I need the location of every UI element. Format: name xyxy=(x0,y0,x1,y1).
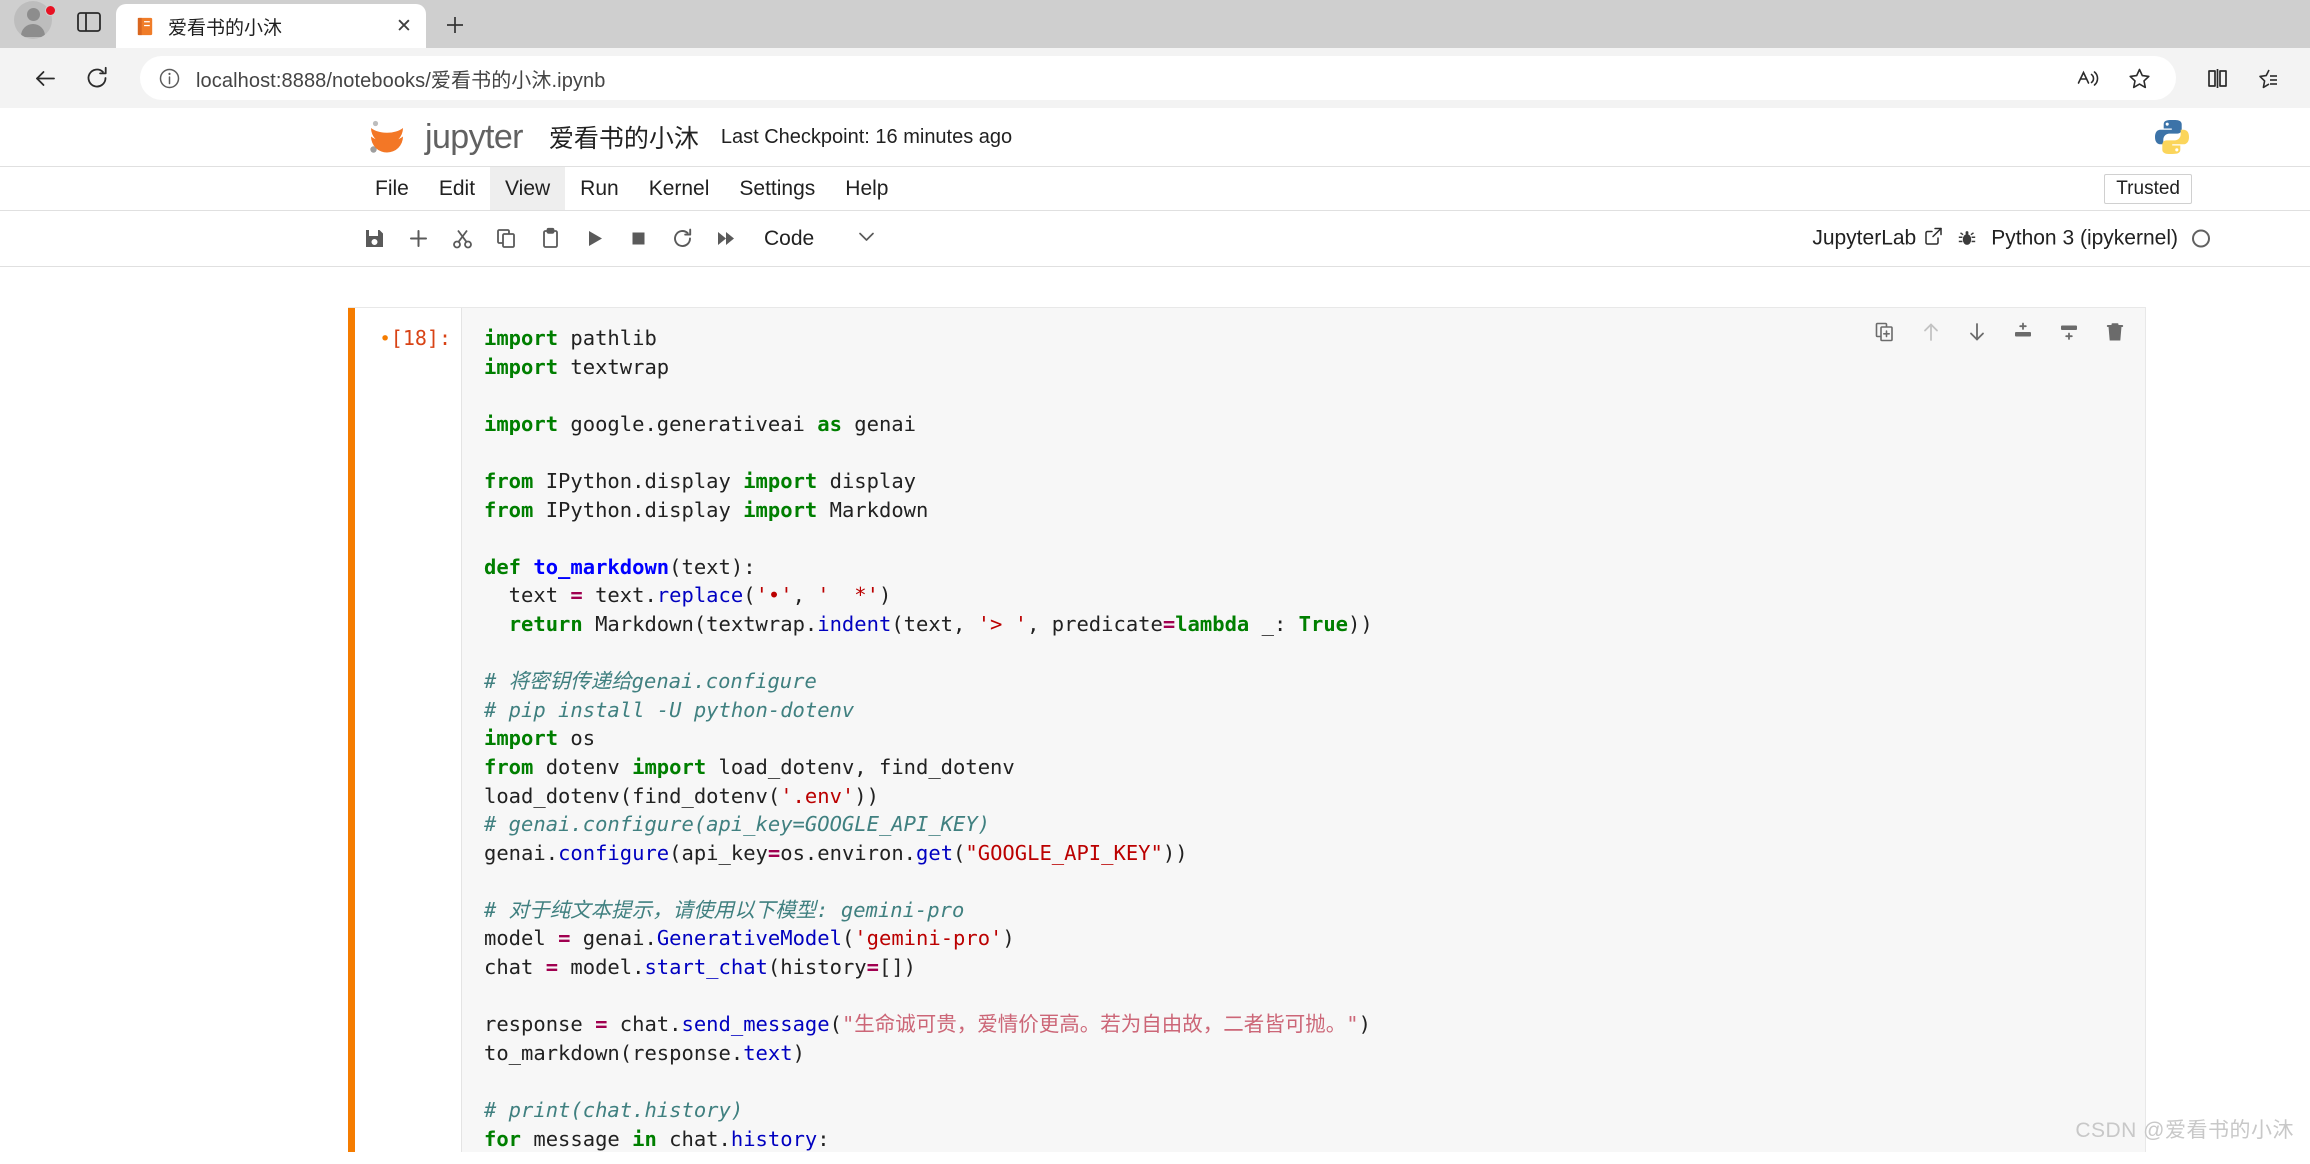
active-cell-indicator xyxy=(348,308,355,1152)
read-aloud-icon[interactable] xyxy=(2066,57,2108,99)
tabstrip-left-controls xyxy=(14,0,104,48)
cut-icon[interactable] xyxy=(440,217,484,261)
reload-icon[interactable] xyxy=(74,55,120,101)
stop-icon[interactable] xyxy=(616,217,660,261)
notebook-cell-container: •[18]: import pathlib import textwrap im… xyxy=(348,307,2146,1152)
jupyter-toolbar-right: JupyterLab Python 3 (ipykernel) xyxy=(1812,226,2210,251)
new-tab-button[interactable] xyxy=(436,6,474,44)
split-screen-icon[interactable] xyxy=(2196,57,2238,99)
close-icon[interactable]: ✕ xyxy=(390,12,418,40)
menu-run[interactable]: Run xyxy=(565,167,634,210)
jupyter-menubar: File Edit View Run Kernel Settings Help … xyxy=(0,166,2310,211)
cell-source-code: import pathlib import textwrap import go… xyxy=(484,326,1373,1151)
menu-settings-label: Settings xyxy=(739,176,816,200)
debugger-bug-icon[interactable] xyxy=(1957,229,1977,249)
menu-help-label: Help xyxy=(845,176,889,200)
browser-toolbar-right xyxy=(2196,57,2288,99)
cell-toolbar xyxy=(1870,317,2130,347)
delete-cell-icon[interactable] xyxy=(2100,317,2130,347)
kernel-name-label[interactable]: Python 3 (ipykernel) xyxy=(1991,227,2178,251)
cell-type-dropdown[interactable]: Code xyxy=(764,226,877,252)
last-checkpoint-label: Last Checkpoint: 16 minutes ago xyxy=(720,125,1013,148)
jupyter-header-right xyxy=(2152,117,2192,157)
jupyter-notebook-app: jupyter 爱看书的小沐 Last Checkpoint: 16 minut… xyxy=(0,108,2310,1152)
profile-avatar[interactable] xyxy=(14,1,56,43)
external-link-icon xyxy=(1924,226,1943,251)
jupyterlab-label: JupyterLab xyxy=(1812,226,1917,250)
jupyter-wordmark: jupyter xyxy=(425,118,523,156)
menu-edit[interactable]: Edit xyxy=(424,167,490,210)
back-arrow-icon[interactable] xyxy=(22,55,68,101)
browser-tab-strip: 爱看书的小沐 ✕ xyxy=(0,0,2310,48)
notebook-code-cell[interactable]: •[18]: import pathlib import textwrap im… xyxy=(348,307,2146,1152)
profile-notification-badge xyxy=(45,5,56,16)
python-logo-icon xyxy=(2152,117,2192,157)
notebook-name[interactable]: 爱看书的小沐 xyxy=(549,119,699,155)
cell-prompt-label: [18]: xyxy=(390,326,451,350)
next-cell-indicator xyxy=(348,1134,355,1152)
kernel-idle-circle-icon[interactable] xyxy=(2192,229,2210,248)
favorite-star-icon[interactable] xyxy=(2118,57,2160,99)
cell-execution-prompt: •[18]: xyxy=(355,308,461,1152)
move-cell-up-icon[interactable] xyxy=(1916,317,1946,347)
cell-modified-dot-icon: • xyxy=(379,328,391,350)
run-icon[interactable] xyxy=(572,217,616,261)
split-pane-icon[interactable] xyxy=(74,9,104,35)
add-cell-icon[interactable] xyxy=(396,217,440,261)
address-bar[interactable]: localhost:8888/notebooks/爱看书的小沐.ipynb xyxy=(140,56,2176,100)
insert-cell-above-icon[interactable] xyxy=(2008,317,2038,347)
jupyter-brand[interactable]: jupyter 爱看书的小沐 Last Checkpoint: 16 minut… xyxy=(365,115,1012,159)
menu-help[interactable]: Help xyxy=(830,167,903,210)
move-cell-down-icon[interactable] xyxy=(1962,317,1992,347)
chevron-down-icon xyxy=(856,226,877,252)
notebook-scroll-area[interactable]: •[18]: import pathlib import textwrap im… xyxy=(0,267,2310,1152)
browser-tab-title: 爱看书的小沐 xyxy=(168,17,283,39)
menu-file[interactable]: File xyxy=(360,167,424,210)
copy-icon[interactable] xyxy=(484,217,528,261)
browser-toolbar: localhost:8888/notebooks/爱看书的小沐.ipynb xyxy=(0,48,2310,108)
menu-settings[interactable]: Settings xyxy=(724,167,830,210)
menu-view-label: View xyxy=(505,176,551,200)
paste-icon[interactable] xyxy=(528,217,572,261)
jupyterlab-link[interactable]: JupyterLab xyxy=(1812,226,1943,251)
cell-type-value: Code xyxy=(764,226,815,250)
menu-run-label: Run xyxy=(580,176,619,200)
jupyter-toolbar: Code JupyterLab Python 3 (ipykernel) xyxy=(0,211,2310,267)
trusted-badge[interactable]: Trusted xyxy=(2104,173,2192,204)
save-icon[interactable] xyxy=(352,217,396,261)
address-bar-url: localhost:8888/notebooks/爱看书的小沐.ipynb xyxy=(196,69,606,92)
restart-icon[interactable] xyxy=(660,217,704,261)
menu-file-label: File xyxy=(375,176,409,200)
restart-run-all-icon[interactable] xyxy=(704,217,748,261)
collections-icon[interactable] xyxy=(2246,57,2288,99)
menu-view[interactable]: View xyxy=(490,167,566,210)
csdn-watermark: CSDN @爱看书的小沐 xyxy=(2075,1119,2294,1142)
menu-kernel-label: Kernel xyxy=(648,176,710,200)
browser-tab[interactable]: 爱看书的小沐 ✕ xyxy=(116,4,426,48)
jupyter-logo-icon xyxy=(365,115,409,159)
menu-edit-label: Edit xyxy=(438,176,476,200)
jupyter-header: jupyter 爱看书的小沐 Last Checkpoint: 16 minut… xyxy=(0,108,2310,166)
duplicate-cell-icon[interactable] xyxy=(1870,317,1900,347)
info-circle-icon[interactable] xyxy=(156,65,182,91)
cell-code-editor[interactable]: import pathlib import textwrap import go… xyxy=(461,308,2145,1152)
insert-cell-below-icon[interactable] xyxy=(2054,317,2084,347)
menu-kernel[interactable]: Kernel xyxy=(634,167,725,210)
book-icon xyxy=(134,15,156,37)
